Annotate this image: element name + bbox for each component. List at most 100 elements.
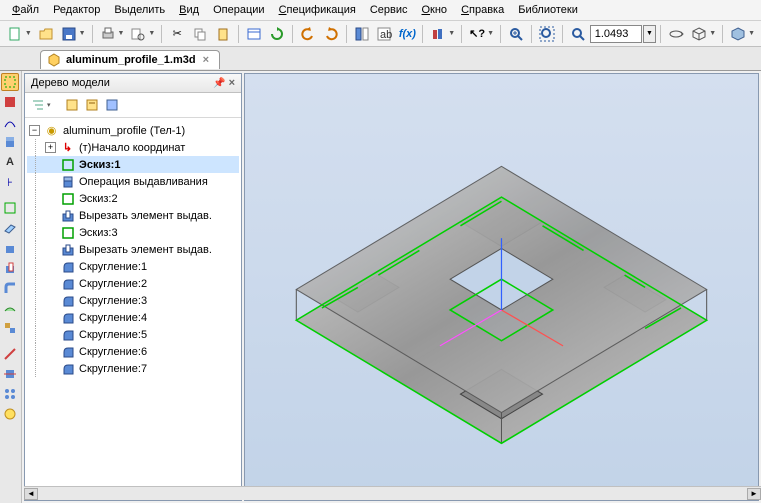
palette-text-icon[interactable]: A (1, 153, 19, 171)
tree-view-dropdown[interactable]: ▾ (47, 101, 51, 109)
scroll-right-icon[interactable]: ► (747, 488, 761, 500)
print-dropdown[interactable]: ▼ (118, 30, 125, 37)
palette-select-icon[interactable] (1, 73, 19, 91)
palette-cut-icon[interactable] (1, 259, 19, 277)
tree-view-icon[interactable] (29, 96, 47, 114)
tree-item-label: Эскиз:2 (79, 193, 118, 205)
expand-icon[interactable]: + (45, 142, 56, 153)
zoom-input[interactable]: 1.0493 (590, 25, 642, 43)
3d-viewport[interactable] (244, 73, 759, 501)
render-dropdown[interactable]: ▼ (748, 30, 755, 37)
menu-window[interactable]: Окно (415, 2, 453, 18)
menu-file[interactable]: Файл (6, 2, 45, 18)
tree-item[interactable]: Эскиз:2 (27, 190, 239, 207)
lib-dropdown[interactable]: ▼ (448, 30, 455, 37)
palette-render-icon[interactable] (1, 405, 19, 423)
menu-select[interactable]: Выделить (108, 2, 171, 18)
palette-body-icon[interactable] (1, 239, 19, 257)
tree-item[interactable]: Скругление:7 (27, 360, 239, 377)
palette-pattern-icon[interactable] (1, 385, 19, 403)
tree-body: − ◉ aluminum_profile (Тел-1) +↳(т)Начало… (25, 118, 241, 500)
model-tree-panel: Дерево модели 📌 × ▾ − ◉ aluminum_profile… (24, 73, 242, 501)
paste-button[interactable] (212, 23, 234, 45)
tree-item[interactable]: Скругление:3 (27, 292, 239, 309)
preview-dropdown[interactable]: ▼ (148, 30, 155, 37)
tree-item[interactable]: Эскиз:1 (27, 156, 239, 173)
menu-view[interactable]: Вид (173, 2, 205, 18)
save-button[interactable] (58, 23, 80, 45)
tree-item[interactable]: Скругление:5 (27, 326, 239, 343)
menu-service[interactable]: Сервис (364, 2, 414, 18)
tree-item-label: Скругление:3 (79, 295, 147, 307)
new-button[interactable] (4, 23, 26, 45)
menu-edit[interactable]: Редактор (47, 2, 106, 18)
refresh-button[interactable] (266, 23, 288, 45)
palette-section-icon[interactable] (1, 365, 19, 383)
menu-libs[interactable]: Библиотеки (512, 2, 584, 18)
document-tab[interactable]: aluminum_profile_1.m3d × (40, 50, 220, 69)
save-dropdown[interactable]: ▼ (79, 30, 86, 37)
rotate-button[interactable] (665, 23, 687, 45)
copy-button[interactable] (189, 23, 211, 45)
palette-extrude-icon[interactable] (1, 133, 19, 151)
zoom-select[interactable]: ▼ (643, 25, 657, 43)
menu-spec[interactable]: Спецификация (273, 2, 362, 18)
h-scrollbar[interactable]: ◄ ► (24, 486, 761, 500)
vars-button[interactable]: ab (374, 23, 396, 45)
palette-sketch-icon[interactable] (1, 199, 19, 217)
redo-button[interactable] (320, 23, 342, 45)
tree-item[interactable]: Вырезать элемент выдав. (27, 207, 239, 224)
menu-operations[interactable]: Операции (207, 2, 270, 18)
palette-edit-icon[interactable] (1, 93, 19, 111)
palette-assembly-icon[interactable] (1, 319, 19, 337)
palette-curve-icon[interactable] (1, 113, 19, 131)
open-button[interactable] (35, 23, 57, 45)
render-button[interactable] (727, 23, 749, 45)
tree-item[interactable]: +↳(т)Начало координат (27, 139, 239, 156)
tree-filter2-icon[interactable] (83, 96, 101, 114)
palette-dim-icon[interactable]: ⊦ (1, 173, 19, 191)
undo-button[interactable] (297, 23, 319, 45)
fx-button[interactable]: f(x) (396, 23, 418, 45)
tree-item-label: Эскиз:1 (79, 159, 120, 171)
tree-item[interactable]: Операция выдавливания (27, 173, 239, 190)
tree-toolbar: ▾ (25, 93, 241, 118)
tab-close-icon[interactable]: × (201, 54, 211, 66)
zoom-window-button[interactable] (567, 23, 589, 45)
zoom-in-button[interactable] (505, 23, 527, 45)
tree-item-label: Скругление:7 (79, 363, 147, 375)
new-dropdown[interactable]: ▼ (25, 30, 32, 37)
pin-icon[interactable]: 📌 (213, 78, 225, 89)
palette-measure-icon[interactable] (1, 345, 19, 363)
tree-item[interactable]: Скругление:1 (27, 258, 239, 275)
manager-button[interactable] (351, 23, 373, 45)
palette-round-icon[interactable] (1, 279, 19, 297)
properties-button[interactable] (243, 23, 265, 45)
scroll-left-icon[interactable]: ◄ (24, 488, 38, 500)
menu-help[interactable]: Справка (455, 2, 510, 18)
help-cursor-button[interactable]: ↖? (466, 23, 488, 45)
tree-filter3-icon[interactable] (103, 96, 121, 114)
tree-item[interactable]: Вырезать элемент выдав. (27, 241, 239, 258)
tree-root[interactable]: − ◉ aluminum_profile (Тел-1) (27, 122, 239, 139)
help-dropdown[interactable]: ▼ (487, 30, 494, 37)
collapse-icon[interactable]: − (29, 125, 40, 136)
preview-button[interactable] (127, 23, 149, 45)
panel-close-icon[interactable]: × (229, 77, 235, 89)
palette-plane-icon[interactable] (1, 219, 19, 237)
palette-surface-icon[interactable] (1, 299, 19, 317)
tree-item-label: (т)Начало координат (79, 142, 185, 154)
tree-item[interactable]: Скругление:4 (27, 309, 239, 326)
fit-view-button[interactable] (536, 23, 558, 45)
tree-item[interactable]: Скругление:2 (27, 275, 239, 292)
part-icon: ◉ (44, 123, 59, 138)
tree-item[interactable]: Скругление:6 (27, 343, 239, 360)
tree-item-label: Вырезать элемент выдав. (79, 244, 212, 256)
cut-button[interactable]: ✂ (166, 23, 188, 45)
orient-dropdown[interactable]: ▼ (709, 30, 716, 37)
orient-button[interactable] (688, 23, 710, 45)
tree-item[interactable]: Эскиз:3 (27, 224, 239, 241)
tree-filter1-icon[interactable] (63, 96, 81, 114)
print-button[interactable] (97, 23, 119, 45)
lib-button[interactable] (427, 23, 449, 45)
